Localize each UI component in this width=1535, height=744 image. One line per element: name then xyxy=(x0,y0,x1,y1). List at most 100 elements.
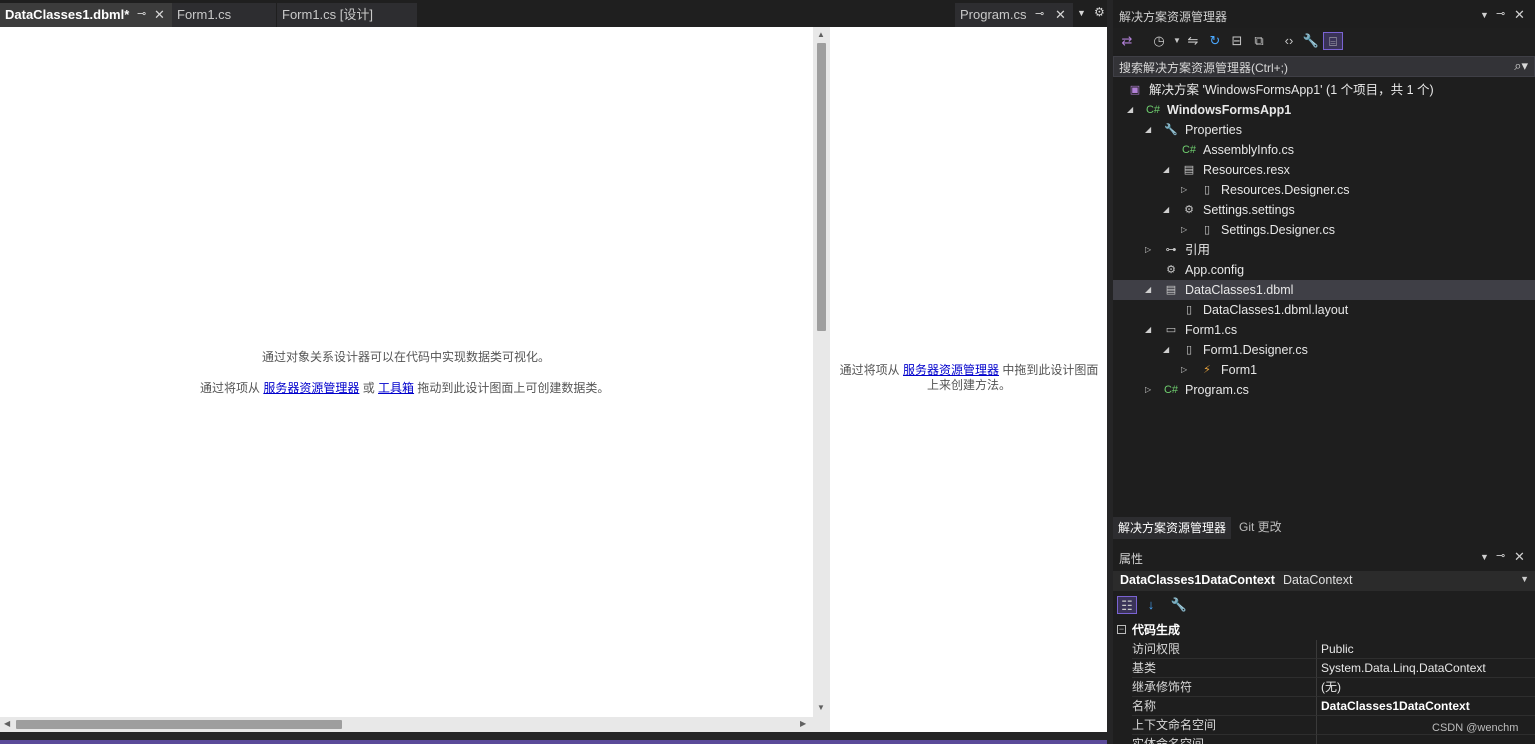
gear-icon[interactable]: ⚙ xyxy=(1094,5,1105,19)
designer-horizontal-scrollbar[interactable]: ◀ ▶ xyxy=(0,717,813,732)
pin-icon[interactable]: ⊸ xyxy=(1035,3,1044,26)
collapse-all-icon[interactable]: ⊟ xyxy=(1227,32,1247,50)
csharp-file-icon: C# xyxy=(1163,384,1179,396)
pending-changes-icon[interactable]: ◷ xyxy=(1149,32,1169,50)
tree-item[interactable]: ◢ ▭ Form1.cs xyxy=(1113,320,1535,340)
view-code-icon[interactable]: ‹› xyxy=(1279,32,1299,50)
collapsed-arrow-icon[interactable]: ▷ xyxy=(1181,220,1187,240)
scroll-thumb[interactable] xyxy=(16,720,342,729)
tree-item[interactable]: ▷ ▯ Resources.Designer.cs xyxy=(1113,180,1535,200)
tree-item[interactable]: ▯ DataClasses1.dbml.layout xyxy=(1113,300,1535,320)
property-pages-wrench-icon[interactable]: 🔧 xyxy=(1169,596,1189,614)
server-explorer-link[interactable]: 服务器资源管理器 xyxy=(263,381,359,395)
scrollbar-corner xyxy=(813,717,830,732)
tree-item[interactable]: ◢ 🔧 Properties xyxy=(1113,120,1535,140)
tree-item-label: App.config xyxy=(1185,263,1245,277)
properties-object-selector[interactable]: DataClasses1DataContext DataContext ▼ xyxy=(1113,571,1535,591)
property-row[interactable]: 继承修饰符 (无) xyxy=(1113,678,1535,697)
server-explorer-link[interactable]: 服务器资源管理器 xyxy=(903,363,999,377)
tab-label: DataClasses1.dbml* xyxy=(5,7,130,22)
category-code-generation[interactable]: − 代码生成 xyxy=(1113,621,1535,640)
tab-program-cs[interactable]: Program.cs ⊸ ✕ xyxy=(955,3,1073,27)
expanded-arrow-icon[interactable]: ◢ xyxy=(1163,340,1169,360)
property-value[interactable] xyxy=(1316,735,1535,744)
tree-item[interactable]: ▷ ⚡ Form1 xyxy=(1113,360,1535,380)
tree-item[interactable]: ▷ C# Program.cs xyxy=(1113,380,1535,400)
property-value[interactable]: (无) xyxy=(1316,678,1535,697)
tree-item[interactable]: ▷ ⊶ 引用 xyxy=(1113,240,1535,260)
tree-item-label: Form1 xyxy=(1221,363,1258,377)
property-row[interactable]: 实体命名空间 xyxy=(1113,735,1535,744)
scroll-thumb[interactable] xyxy=(817,43,826,331)
designer-vertical-scrollbar[interactable]: ▲ ▼ xyxy=(813,27,830,717)
property-value[interactable]: Public xyxy=(1316,640,1535,659)
expanded-arrow-icon[interactable]: ◢ xyxy=(1145,120,1151,140)
tree-item[interactable]: ◢ ▤ Resources.resx xyxy=(1113,160,1535,180)
expanded-arrow-icon[interactable]: ◢ xyxy=(1145,280,1151,300)
close-icon[interactable]: ✕ xyxy=(1514,549,1525,565)
scroll-left-icon[interactable]: ◀ xyxy=(4,719,10,728)
solution-explorer-search-input[interactable]: 搜索解决方案资源管理器(Ctrl+;) ⌕▾ xyxy=(1113,56,1535,77)
tree-item[interactable]: ◢ ⚙ Settings.settings xyxy=(1113,200,1535,220)
tree-item[interactable]: ▣ 解决方案 'WindowsFormsApp1' (1 个项目，共 1 个) xyxy=(1113,80,1535,100)
pin-icon[interactable]: ⊸ xyxy=(1496,549,1505,562)
status-gap xyxy=(0,732,1107,740)
alphabetical-icon[interactable]: ↓ xyxy=(1141,596,1161,614)
close-icon[interactable]: ✕ xyxy=(1514,7,1525,23)
tab-solution-explorer[interactable]: 解决方案资源管理器 xyxy=(1113,517,1232,539)
collapse-icon[interactable]: − xyxy=(1117,625,1126,634)
tab-dataclasses-dbml[interactable]: DataClasses1.dbml* ⊸ ✕ xyxy=(0,3,172,27)
expanded-arrow-icon[interactable]: ◢ xyxy=(1145,320,1151,340)
close-icon[interactable]: ✕ xyxy=(154,3,165,26)
property-row[interactable]: 基类 System.Data.Linq.DataContext xyxy=(1113,659,1535,678)
pin-icon[interactable]: ⊸ xyxy=(1496,7,1505,20)
tree-item[interactable]: ▷ ▯ Settings.Designer.cs xyxy=(1113,220,1535,240)
tab-list-dropdown-icon[interactable]: ▼ xyxy=(1077,8,1086,18)
tab-form1-cs[interactable]: Form1.cs xyxy=(172,3,276,27)
pane-menu-dropdown-icon[interactable]: ▼ xyxy=(1480,10,1489,20)
toolbox-link[interactable]: 工具箱 xyxy=(378,381,414,395)
collapsed-arrow-icon[interactable]: ▷ xyxy=(1181,360,1187,380)
scroll-right-icon[interactable]: ▶ xyxy=(800,719,806,728)
categorized-icon[interactable]: ☷ xyxy=(1117,596,1137,614)
collapsed-arrow-icon[interactable]: ▷ xyxy=(1145,380,1151,400)
property-value[interactable]: DataClasses1DataContext xyxy=(1316,697,1535,716)
sync-icon[interactable]: ⇋ xyxy=(1183,32,1203,50)
properties-wrench-icon[interactable]: 🔧 xyxy=(1301,32,1321,50)
wrench-icon: 🔧 xyxy=(1164,124,1178,136)
show-all-files-icon[interactable]: ⧉ xyxy=(1249,32,1269,50)
dbml-icon: ▤ xyxy=(1165,284,1177,296)
pane-menu-dropdown-icon[interactable]: ▼ xyxy=(1480,552,1489,562)
tree-item[interactable]: ⚙ App.config xyxy=(1113,260,1535,280)
or-designer-surface[interactable] xyxy=(0,27,813,717)
collapsed-arrow-icon[interactable]: ▷ xyxy=(1181,180,1187,200)
tree-item[interactable]: C# AssemblyInfo.cs xyxy=(1113,140,1535,160)
solution-icon: ▣ xyxy=(1129,84,1141,96)
close-icon[interactable]: ✕ xyxy=(1055,3,1066,26)
tree-item[interactable]: ◢ C# WindowsFormsApp1 xyxy=(1113,100,1535,120)
collapsed-arrow-icon[interactable]: ▷ xyxy=(1145,240,1151,260)
tab-git-changes[interactable]: Git 更改 xyxy=(1234,517,1287,539)
scroll-down-icon[interactable]: ▼ xyxy=(817,703,825,712)
hint-prefix: 通过将项从 xyxy=(839,363,903,377)
scroll-up-icon[interactable]: ▲ xyxy=(817,30,825,39)
switch-views-icon[interactable]: ⇄ xyxy=(1117,32,1137,50)
search-icon[interactable]: ⌕▾ xyxy=(1514,58,1528,74)
tree-item[interactable]: ◢ ▯ Form1.Designer.cs xyxy=(1113,340,1535,360)
expanded-arrow-icon[interactable]: ◢ xyxy=(1127,100,1133,120)
property-row[interactable]: 访问权限 Public xyxy=(1113,640,1535,659)
property-row[interactable]: 名称 DataClasses1DataContext xyxy=(1113,697,1535,716)
tree-item-label: Resources.Designer.cs xyxy=(1221,183,1350,197)
tab-form1-design[interactable]: Form1.cs [设计] xyxy=(277,3,417,27)
solution-explorer-title: 解决方案资源管理器 xyxy=(1119,10,1228,24)
preview-selected-icon[interactable]: ⌸ xyxy=(1323,32,1343,50)
expanded-arrow-icon[interactable]: ◢ xyxy=(1163,200,1169,220)
search-placeholder: 搜索解决方案资源管理器(Ctrl+;) xyxy=(1119,61,1288,75)
expanded-arrow-icon[interactable]: ◢ xyxy=(1163,160,1169,180)
file-icon: ▯ xyxy=(1203,224,1211,236)
chevron-down-icon[interactable]: ▼ xyxy=(1520,574,1529,584)
tree-item[interactable]: ◢ ▤ DataClasses1.dbml xyxy=(1113,280,1535,300)
refresh-icon[interactable]: ↻ xyxy=(1205,32,1225,50)
pin-icon[interactable]: ⊸ xyxy=(137,3,146,26)
property-value[interactable]: System.Data.Linq.DataContext xyxy=(1316,659,1535,678)
